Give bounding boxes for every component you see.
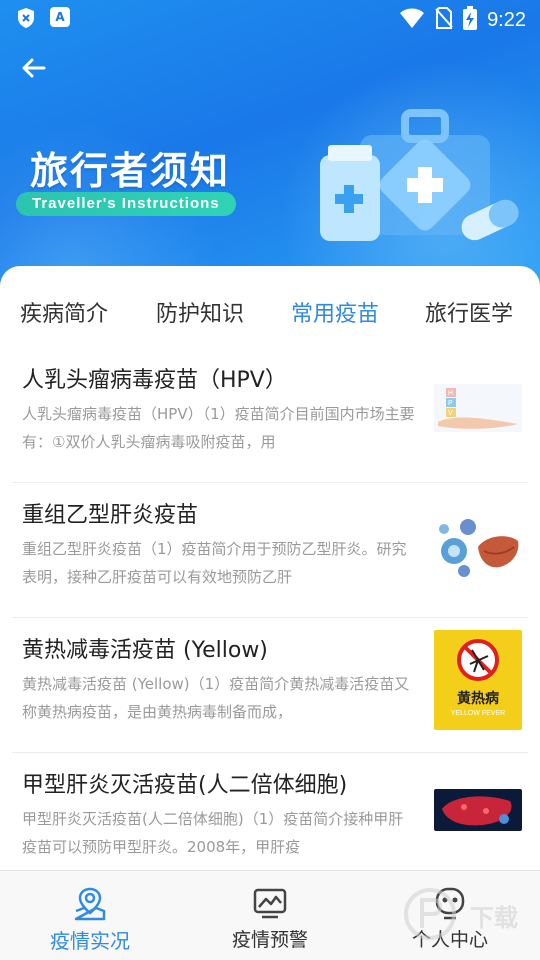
tab-disease-intro[interactable]: 疾病简介 [20, 296, 108, 328]
content-card: 疾病简介 防护知识 常用疫苗 旅行医学 人乳头瘤病毒疫苗（HPV） 人乳头瘤病毒… [0, 266, 540, 870]
site-watermark: 下载 [400, 884, 530, 944]
a-icon: A [50, 7, 70, 27]
article-title: 黄热减毒活疫苗 (Yellow) [22, 638, 268, 663]
article-title: 甲型肝炎灭活疫苗(人二倍体细胞) [22, 773, 348, 798]
yellow-fever-en-label: YELLOW FEVER [450, 710, 506, 717]
status-time: 9:22 [487, 8, 526, 31]
nav-label: 疫情实况 [50, 929, 130, 953]
tab-protection-knowledge[interactable]: 防护知识 [156, 296, 244, 328]
list-item[interactable]: 黄热减毒活疫苗 (Yellow) 黄热减毒活疫苗 (Yellow)（1）疫苗简介… [0, 618, 540, 753]
hepatitis-a-liver-thumbnail [434, 789, 522, 831]
medical-kit-illustration [320, 109, 519, 241]
page-subtitle: Traveller's Instructions [16, 192, 236, 216]
category-tabs: 疾病简介 防护知识 常用疫苗 旅行医学 [0, 296, 540, 336]
arrow-left-icon [22, 58, 46, 78]
tab-travel-medicine[interactable]: 旅行医学 [425, 296, 513, 328]
article-desc: 人乳头瘤病毒疫苗（HPV）（1）疫苗简介目前国内市场主要有：①双价人乳头瘤病毒吸… [22, 405, 415, 451]
nav-epidemic-status[interactable]: 疫情实况 [0, 871, 180, 960]
list-item[interactable]: 人乳头瘤病毒疫苗（HPV） 人乳头瘤病毒疫苗（HPV）（1）疫苗简介目前国内市场… [0, 348, 540, 483]
hpv-vaccine-thumbnail: H P V [434, 384, 522, 432]
watermark-text: 下载 [470, 904, 518, 932]
back-button[interactable] [18, 52, 50, 84]
article-desc: 黄热减毒活疫苗 (Yellow)（1）疫苗简介黄热减毒活疫苗又称黄热病疫苗，是由… [22, 675, 410, 721]
hpv-letter-h: H [448, 390, 453, 397]
yellow-fever-thumbnail: 黄热病 YELLOW FEVER [434, 630, 522, 730]
article-title: 重组乙型肝炎疫苗 [22, 503, 199, 528]
no-sim-icon [435, 7, 453, 33]
page-title: 旅行者须知 [30, 149, 231, 193]
hpv-letter-v: V [448, 410, 453, 417]
hpv-letter-p: P [448, 400, 453, 407]
map-location-icon [74, 887, 106, 921]
nav-epidemic-warning[interactable]: 疫情预警 [180, 871, 360, 960]
list-item[interactable]: 甲型肝炎灭活疫苗(人二倍体细胞) 甲型肝炎灭活疫苗(人二倍体细胞)（1）疫苗简介… [0, 753, 540, 888]
article-desc: 重组乙型肝炎疫苗（1）疫苗简介用于预防乙型肝炎。研究表明，接种乙肝疫苗可以有效地… [22, 540, 407, 586]
nav-label: 疫情预警 [231, 929, 308, 951]
yellow-fever-cn-label: 黄热病 [457, 691, 499, 707]
article-desc: 甲型肝炎灭活疫苗(人二倍体细胞)（1）疫苗简介接种甲肝疫苗可以预防甲型肝炎。20… [22, 810, 404, 856]
battery-charging-icon [463, 6, 478, 34]
shield-x-icon [16, 7, 36, 33]
status-bar: A 9:22 [0, 0, 540, 36]
article-title: 人乳头瘤病毒疫苗（HPV） [22, 368, 287, 393]
list-item[interactable]: 重组乙型肝炎疫苗 重组乙型肝炎疫苗（1）疫苗简介用于预防乙型肝炎。研究表明，接种… [0, 483, 540, 618]
wifi-icon [399, 7, 425, 33]
tab-common-vaccines[interactable]: 常用疫苗 [291, 296, 379, 328]
monitor-chart-icon [253, 888, 287, 919]
header-banner: A 9:22 旅行者须知 Traveller's Instructions [0, 0, 540, 290]
hepatitis-b-virus-liver-thumbnail [434, 511, 522, 585]
